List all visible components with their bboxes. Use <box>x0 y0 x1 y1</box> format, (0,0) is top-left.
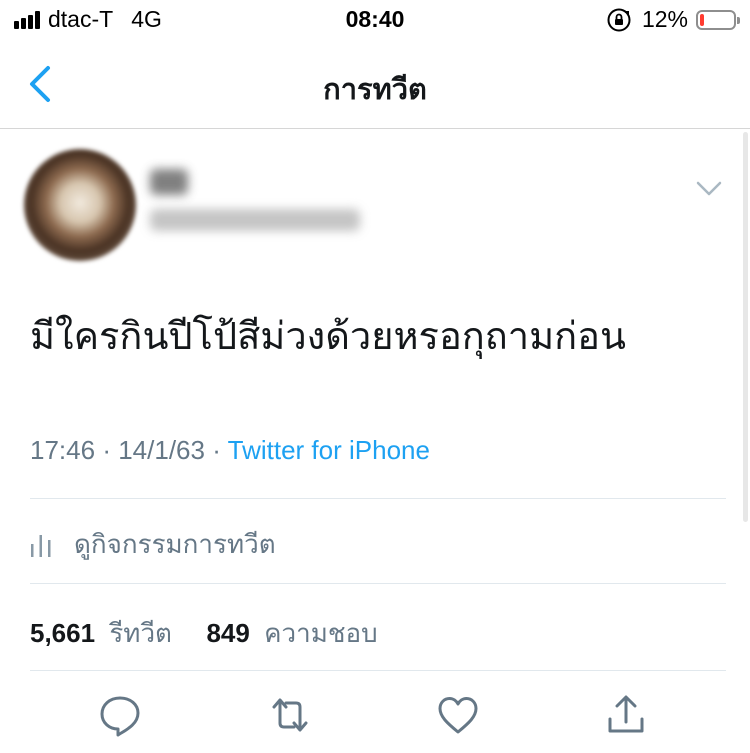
retweet-icon[interactable] <box>268 693 312 737</box>
nav-bar: การทวีต <box>0 42 750 129</box>
tweet-text: มีใครกินปีโป้สีม่วงด้วยหรอกุถามก่อน <box>30 314 626 358</box>
meta-separator: · <box>102 435 111 465</box>
retweets-count: 5,661 <box>30 618 96 648</box>
divider <box>30 498 726 499</box>
retweets-label: รีทวีต <box>109 619 172 649</box>
chevron-down-icon[interactable] <box>694 179 724 199</box>
meta-separator: · <box>212 435 221 465</box>
tweet-stats: 5,661 รีทวีต 849 ความชอบ <box>30 613 378 654</box>
likes-count: 849 <box>206 618 250 648</box>
tweet-source-link[interactable]: Twitter for iPhone <box>228 435 430 465</box>
retweets-stat[interactable]: 5,661 รีทวีต <box>30 618 180 649</box>
avatar[interactable] <box>24 149 136 261</box>
divider <box>30 583 726 584</box>
like-icon[interactable] <box>436 693 480 737</box>
username-redacted <box>150 209 360 231</box>
orientation-lock-icon <box>607 8 631 31</box>
view-activity-label: ดูกิจกรรมการทวีต <box>74 530 276 560</box>
likes-stat[interactable]: 849 ความชอบ <box>206 618 378 649</box>
status-right: 12% <box>606 6 740 33</box>
battery-icon <box>696 9 740 30</box>
scrollbar[interactable] <box>743 132 748 522</box>
status-bar: dtac-T 4G 08:40 12% <box>0 0 750 42</box>
battery-fill <box>700 13 704 26</box>
page-title: การทวีต <box>323 72 427 106</box>
likes-label: ความชอบ <box>264 619 378 649</box>
tweet-date: 14/1/63 <box>118 435 205 465</box>
share-icon[interactable] <box>604 693 648 737</box>
tweet-time: 17:46 <box>30 435 96 465</box>
analytics-icon <box>31 534 51 557</box>
tweet-meta: 17:46 · 14/1/63 · Twitter for iPhone <box>30 435 430 466</box>
reply-icon[interactable] <box>98 693 142 737</box>
divider <box>30 670 726 671</box>
display-name-redacted <box>150 169 188 195</box>
action-bar <box>0 693 750 743</box>
battery-percent: 12% <box>641 6 688 32</box>
view-activity-button[interactable]: ดูกิจกรรมการทวีต <box>30 524 276 565</box>
